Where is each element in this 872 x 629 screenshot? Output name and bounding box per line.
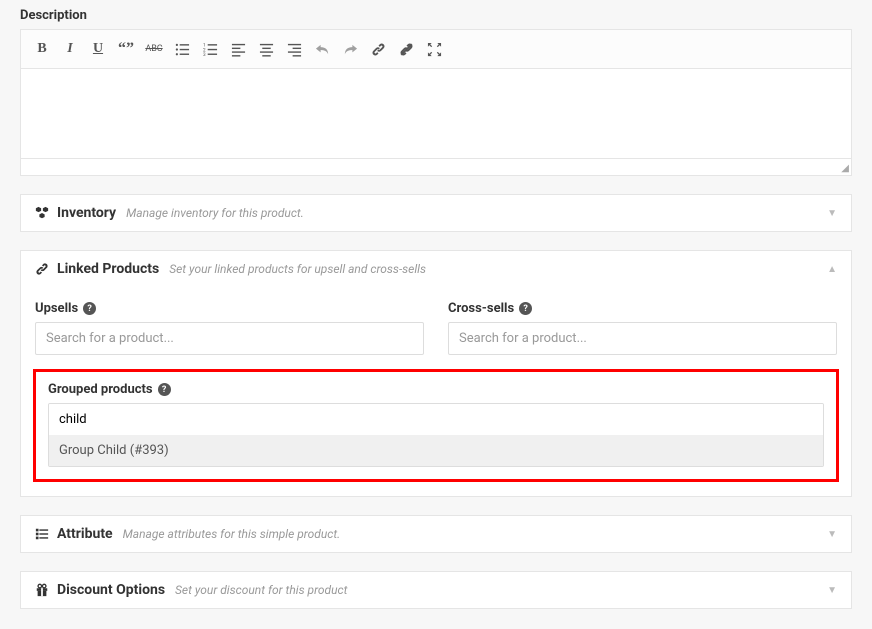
linked-products-subtitle: Set your linked products for upsell and … (169, 262, 426, 276)
bold-button[interactable]: B (29, 36, 55, 62)
rich-text-editor: B I U “” ABC 123 (20, 29, 852, 176)
attribute-header[interactable]: Attribute Manage attributes for this sim… (21, 516, 851, 552)
upsells-search-input[interactable] (35, 322, 424, 355)
chevron-up-icon: ▲ (827, 264, 837, 275)
discount-subtitle: Set your discount for this product (175, 583, 347, 597)
attribute-title: Attribute (57, 526, 113, 542)
inventory-title: Inventory (57, 205, 116, 221)
help-icon[interactable]: ? (519, 302, 532, 315)
chevron-down-icon: ▼ (827, 529, 837, 540)
grouped-products-option[interactable]: Group Child (#393) (49, 435, 823, 466)
align-left-button[interactable] (225, 36, 251, 62)
undo-button[interactable] (309, 36, 335, 62)
link-button[interactable] (365, 36, 391, 62)
discount-panel: Discount Options Set your discount for t… (20, 571, 852, 609)
help-icon[interactable]: ? (83, 302, 96, 315)
link-icon (35, 262, 49, 276)
discount-title: Discount Options (57, 582, 165, 598)
unordered-list-button[interactable] (169, 36, 195, 62)
underline-button[interactable]: U (85, 36, 111, 62)
svg-text:3: 3 (203, 52, 206, 57)
editor-toolbar: B I U “” ABC 123 (21, 30, 851, 69)
crosssells-label: Cross-sells ? (448, 301, 837, 316)
linked-products-panel: Linked Products Set your linked products… (20, 250, 852, 497)
chevron-down-icon: ▼ (827, 208, 837, 219)
grouped-products-combo: Group Child (#393) (48, 403, 824, 467)
grouped-products-highlight: Grouped products ? Group Child (#393) (33, 369, 839, 482)
attribute-panel: Attribute Manage attributes for this sim… (20, 515, 852, 553)
linked-products-title: Linked Products (57, 261, 159, 277)
help-icon[interactable]: ? (158, 383, 171, 396)
quote-button[interactable]: “” (113, 36, 139, 62)
cubes-icon (35, 206, 49, 220)
inventory-header[interactable]: Inventory Manage inventory for this prod… (21, 195, 851, 231)
resize-handle-icon[interactable]: ◢ (841, 163, 849, 174)
align-center-button[interactable] (253, 36, 279, 62)
crosssells-search-input[interactable] (448, 322, 837, 355)
redo-button[interactable] (337, 36, 363, 62)
strikethrough-button[interactable]: ABC (141, 36, 167, 62)
editor-footer: ◢ (21, 159, 851, 175)
ordered-list-button[interactable]: 123 (197, 36, 223, 62)
editor-textarea[interactable] (21, 69, 851, 159)
linked-products-body: Upsells ? Cross-sells ? Grouped products (21, 287, 851, 496)
upsells-label: Upsells ? (35, 301, 424, 316)
discount-header[interactable]: Discount Options Set your discount for t… (21, 572, 851, 608)
grouped-products-input[interactable] (49, 404, 823, 435)
linked-products-header[interactable]: Linked Products Set your linked products… (21, 251, 851, 287)
gift-icon (35, 583, 49, 597)
align-right-button[interactable] (281, 36, 307, 62)
chevron-down-icon: ▼ (827, 585, 837, 596)
italic-button[interactable]: I (57, 36, 83, 62)
grouped-products-label: Grouped products ? (48, 382, 824, 397)
inventory-panel: Inventory Manage inventory for this prod… (20, 194, 852, 232)
fullscreen-button[interactable] (421, 36, 447, 62)
description-label: Description (20, 8, 852, 23)
inventory-subtitle: Manage inventory for this product. (126, 206, 304, 220)
unlink-button[interactable] (393, 36, 419, 62)
